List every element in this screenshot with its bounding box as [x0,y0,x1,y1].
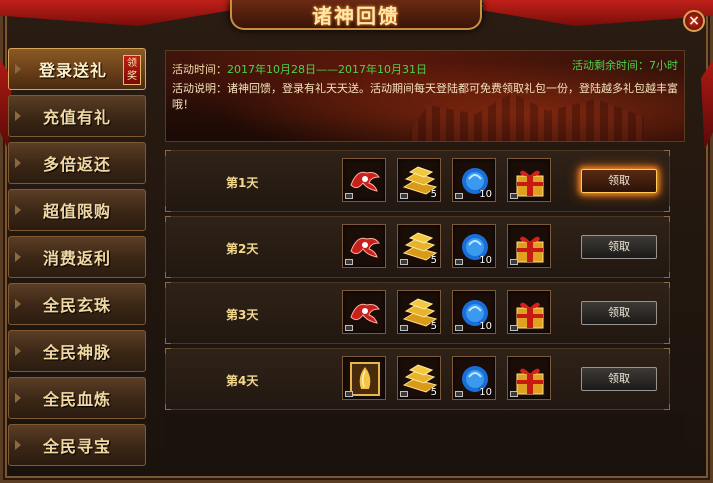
day-label: 第4天 [226,374,259,388]
window-title: 诸神回馈 [312,3,400,28]
item-slot[interactable] [507,158,551,202]
sidebar-item-treasure-hunt[interactable]: 全民寻宝 [8,424,146,466]
sidebar-item-limited-buy[interactable]: 超值限购 [8,189,146,231]
event-remaining-time: 活动剩余时间：7小时 [572,59,678,72]
item-slot[interactable] [507,356,551,400]
sidebar-item-label: 超值限购 [42,202,111,221]
claim-button[interactable]: 领取 [581,235,657,259]
day-label: 第3天 [226,308,259,322]
item-slot[interactable] [342,224,386,268]
arrow-icon [15,440,21,450]
sidebar-item-divine-meridian[interactable]: 全民神脉 [8,330,146,372]
event-time-label: 活动时间： [172,63,227,76]
day-label: 第2天 [226,242,259,256]
arrow-icon [15,64,21,74]
sidebar-item-label: 全民寻宝 [42,437,111,456]
sidebar-item-spend-rebate[interactable]: 消费返利 [8,236,146,278]
close-icon: × [688,13,700,29]
reward-row-day-3: 第3天 5 10 领取 [165,282,670,344]
arrow-icon [15,205,21,215]
item-slot[interactable]: 5 [397,356,441,400]
arrow-icon [15,111,21,121]
item-slot[interactable] [342,356,386,400]
item-slot[interactable]: 10 [452,224,496,268]
sidebar-item-label: 消费返利 [42,249,111,268]
arrow-icon [15,252,21,262]
item-count: 5 [430,321,437,332]
sidebar-item-multi-return[interactable]: 多倍返还 [8,142,146,184]
item-slot[interactable] [342,158,386,202]
claim-button[interactable]: 领取 [581,169,657,193]
sidebar-item-blood-refine[interactable]: 全民血炼 [8,377,146,419]
reward-list: 第1天 5 10 领取 第2天 5 10 领取 第3天 5 10 领取 第4天 … [165,150,670,414]
item-slot[interactable]: 10 [452,356,496,400]
sidebar-item-mystic-pearl[interactable]: 全民玄珠 [8,283,146,325]
arrow-icon [15,346,21,356]
item-slot[interactable] [342,290,386,334]
sidebar-item-recharge-gift[interactable]: 充值有礼 [8,95,146,137]
empty-list-area [165,414,685,470]
close-button[interactable]: × [683,10,705,32]
sidebar-item-label: 全民玄珠 [42,296,111,315]
reward-row-day-2: 第2天 5 10 领取 [165,216,670,278]
item-slot[interactable]: 5 [397,158,441,202]
day-label: 第1天 [226,176,259,190]
item-slot[interactable]: 5 [397,290,441,334]
reward-row-day-4: 第4天 5 10 领取 [165,348,670,410]
item-count: 10 [479,255,492,266]
item-count: 10 [479,387,492,398]
item-count: 5 [430,255,437,266]
sidebar-item-label: 多倍返还 [42,155,111,174]
arrow-icon [15,299,21,309]
arrow-icon [15,393,21,403]
item-slot[interactable]: 10 [452,290,496,334]
sidebar-item-label: 全民神脉 [42,343,111,362]
item-count: 10 [479,321,492,332]
title-plate: 诸神回馈 [230,0,482,30]
item-slot[interactable]: 10 [452,158,496,202]
item-count: 10 [479,189,492,200]
arrow-icon [15,158,21,168]
item-count: 5 [430,387,437,398]
claim-button[interactable]: 领取 [581,367,657,391]
item-slot[interactable] [507,290,551,334]
sidebar-item-label: 全民血炼 [42,390,111,409]
sidebar-item-login-gift[interactable]: 登录送礼 领奖 [8,48,146,90]
item-slot[interactable]: 5 [397,224,441,268]
reward-row-day-1: 第1天 5 10 领取 [165,150,670,212]
sidebar: 登录送礼 领奖 充值有礼 多倍返还 超值限购 消费返利 全民玄珠 全民神脉 全民… [8,48,148,471]
event-time: 活动时间：2017年10月28日——2017年10月31日 [172,61,427,77]
event-info-panel: 活动时间：2017年10月28日——2017年10月31日 活动剩余时间：7小时… [165,50,685,142]
claim-badge: 领奖 [123,55,141,85]
item-count: 5 [430,189,437,200]
sidebar-item-label: 充值有礼 [42,108,111,127]
claim-button[interactable]: 领取 [581,301,657,325]
sidebar-item-label: 登录送礼 [38,61,107,80]
item-slot[interactable] [507,224,551,268]
event-description: 活动说明：诸神回馈，登录有礼天天送。活动期间每天登陆都可免费领取礼包一份，登陆越… [172,82,678,111]
event-time-value: 2017年10月28日——2017年10月31日 [227,63,427,76]
